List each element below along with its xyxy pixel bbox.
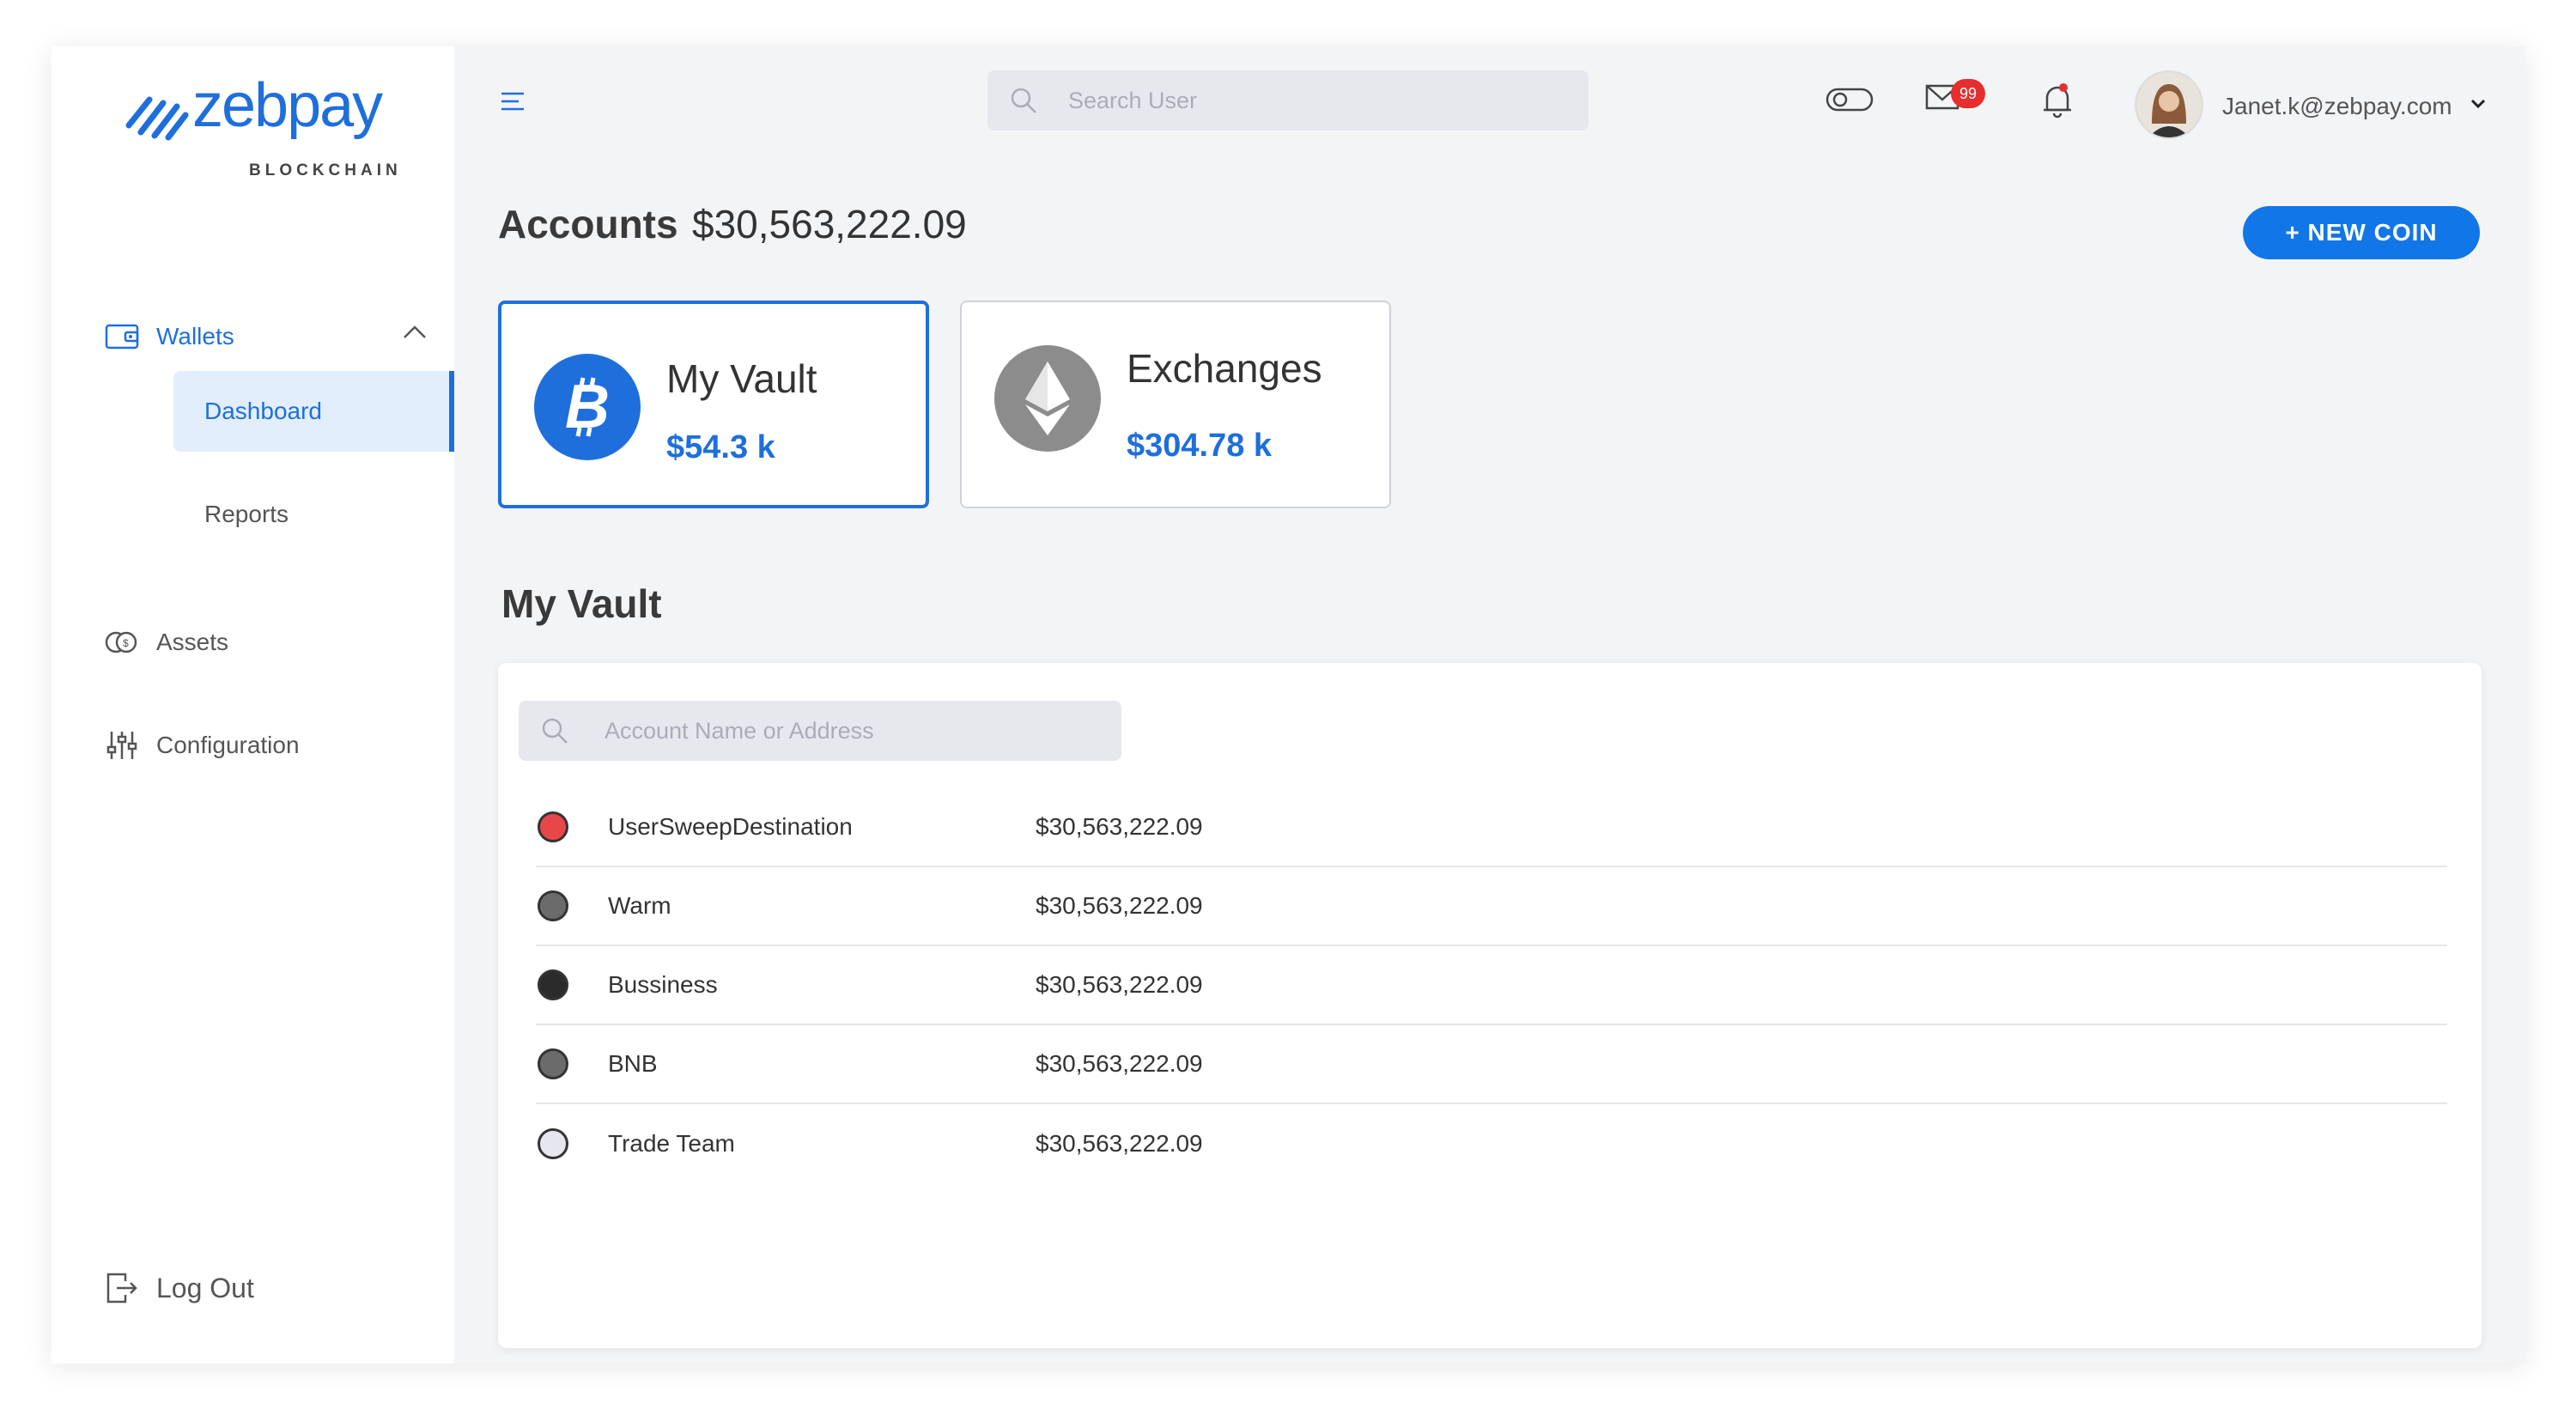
search-user-input[interactable] bbox=[1066, 86, 1551, 115]
account-search-bar bbox=[519, 701, 1121, 761]
vault-panel: UserSweepDestination $30,563,222.09 Warm… bbox=[498, 663, 2482, 1348]
sidebar-item-configuration[interactable]: Configuration bbox=[103, 720, 300, 771]
sidebar-item-label: Wallets bbox=[156, 323, 234, 349]
account-color-dot bbox=[538, 969, 568, 1000]
search-icon bbox=[1011, 88, 1036, 113]
logout-icon bbox=[103, 1269, 141, 1307]
avatar[interactable] bbox=[2135, 70, 2203, 139]
account-color-dot bbox=[538, 1048, 568, 1079]
my-vault-card[interactable]: B My Vault $54.3 k bbox=[498, 301, 929, 508]
app-window: zebpay BLOCKCHAIN Wallets Dashboard Repo… bbox=[52, 46, 2524, 1364]
zebpay-logo-icon bbox=[125, 96, 189, 141]
table-row[interactable]: Bussiness $30,563,222.09 bbox=[536, 946, 2447, 1025]
account-name: Bussiness bbox=[608, 971, 718, 998]
chevron-down-icon[interactable] bbox=[2470, 98, 2487, 110]
account-color-dot bbox=[538, 811, 568, 842]
sidebar: zebpay BLOCKCHAIN Wallets Dashboard Repo… bbox=[52, 46, 454, 1364]
bitcoin-icon: B bbox=[534, 354, 641, 460]
account-color-dot bbox=[538, 890, 568, 921]
account-balance: $30,563,222.09 bbox=[1036, 1130, 1203, 1157]
account-balance: $30,563,222.09 bbox=[1036, 1050, 1203, 1077]
mail-count-badge: 99 bbox=[1951, 79, 1985, 108]
sidebar-item-assets[interactable]: $ Assets bbox=[103, 617, 228, 668]
account-balance: $30,563,222.09 bbox=[1036, 892, 1203, 919]
card-value: $54.3 k bbox=[666, 429, 775, 465]
account-balance: $30,563,222.09 bbox=[1036, 813, 1203, 840]
svg-text:$: $ bbox=[123, 637, 129, 649]
table-row[interactable]: UserSweepDestination $30,563,222.09 bbox=[536, 788, 2447, 867]
account-search-input[interactable] bbox=[603, 716, 1087, 745]
brand-name: zebpay bbox=[192, 71, 383, 140]
coins-icon: $ bbox=[103, 623, 141, 661]
sliders-icon bbox=[103, 726, 141, 764]
card-title: My Vault bbox=[666, 356, 817, 401]
card-title: Exchanges bbox=[1127, 346, 1322, 391]
logout-label: Log Out bbox=[156, 1272, 254, 1304]
chevron-up-icon[interactable] bbox=[402, 323, 428, 340]
wallet-icon bbox=[103, 318, 141, 356]
account-name: Trade Team bbox=[608, 1130, 735, 1157]
page-title: Accounts bbox=[498, 202, 678, 246]
menu-icon[interactable] bbox=[500, 91, 526, 112]
exchanges-card[interactable]: Exchanges $304.78 k bbox=[960, 301, 1391, 508]
user-email[interactable]: Janet.k@zebpay.com bbox=[2222, 93, 2452, 120]
new-coin-button[interactable]: + NEW COIN bbox=[2243, 206, 2480, 259]
bell-icon[interactable] bbox=[2040, 81, 2075, 120]
toggle-icon[interactable] bbox=[1826, 86, 1874, 113]
search-icon bbox=[542, 718, 568, 744]
table-row[interactable]: BNB $30,563,222.09 bbox=[536, 1025, 2447, 1104]
logout-button[interactable]: Log Out bbox=[103, 1262, 254, 1314]
account-name: UserSweepDestination bbox=[608, 813, 853, 840]
sidebar-item-dashboard[interactable]: Dashboard bbox=[173, 371, 453, 452]
sidebar-item-label: Assets bbox=[156, 629, 229, 655]
brand-subtitle: BLOCKCHAIN bbox=[249, 161, 402, 179]
card-value: $304.78 k bbox=[1127, 428, 1273, 464]
account-name: BNB bbox=[608, 1050, 658, 1077]
account-balance: $30,563,222.09 bbox=[1036, 971, 1203, 998]
active-indicator bbox=[449, 371, 454, 452]
user-search-bar bbox=[987, 70, 1589, 131]
account-color-dot bbox=[538, 1128, 568, 1159]
sidebar-item-label: Configuration bbox=[156, 732, 300, 758]
table-row[interactable]: Warm $30,563,222.09 bbox=[536, 867, 2447, 946]
account-name: Warm bbox=[608, 892, 671, 919]
zebpay-logo[interactable]: zebpay BLOCKCHAIN bbox=[124, 70, 398, 182]
ethereum-icon bbox=[994, 345, 1101, 452]
accounts-total: $30,563,222.09 bbox=[692, 202, 967, 246]
table-row[interactable]: Trade Team $30,563,222.09 bbox=[536, 1104, 2447, 1183]
sidebar-item-wallets[interactable]: Wallets bbox=[103, 311, 234, 362]
sidebar-item-reports[interactable]: Reports bbox=[173, 474, 453, 555]
section-title: My Vault bbox=[501, 581, 662, 626]
